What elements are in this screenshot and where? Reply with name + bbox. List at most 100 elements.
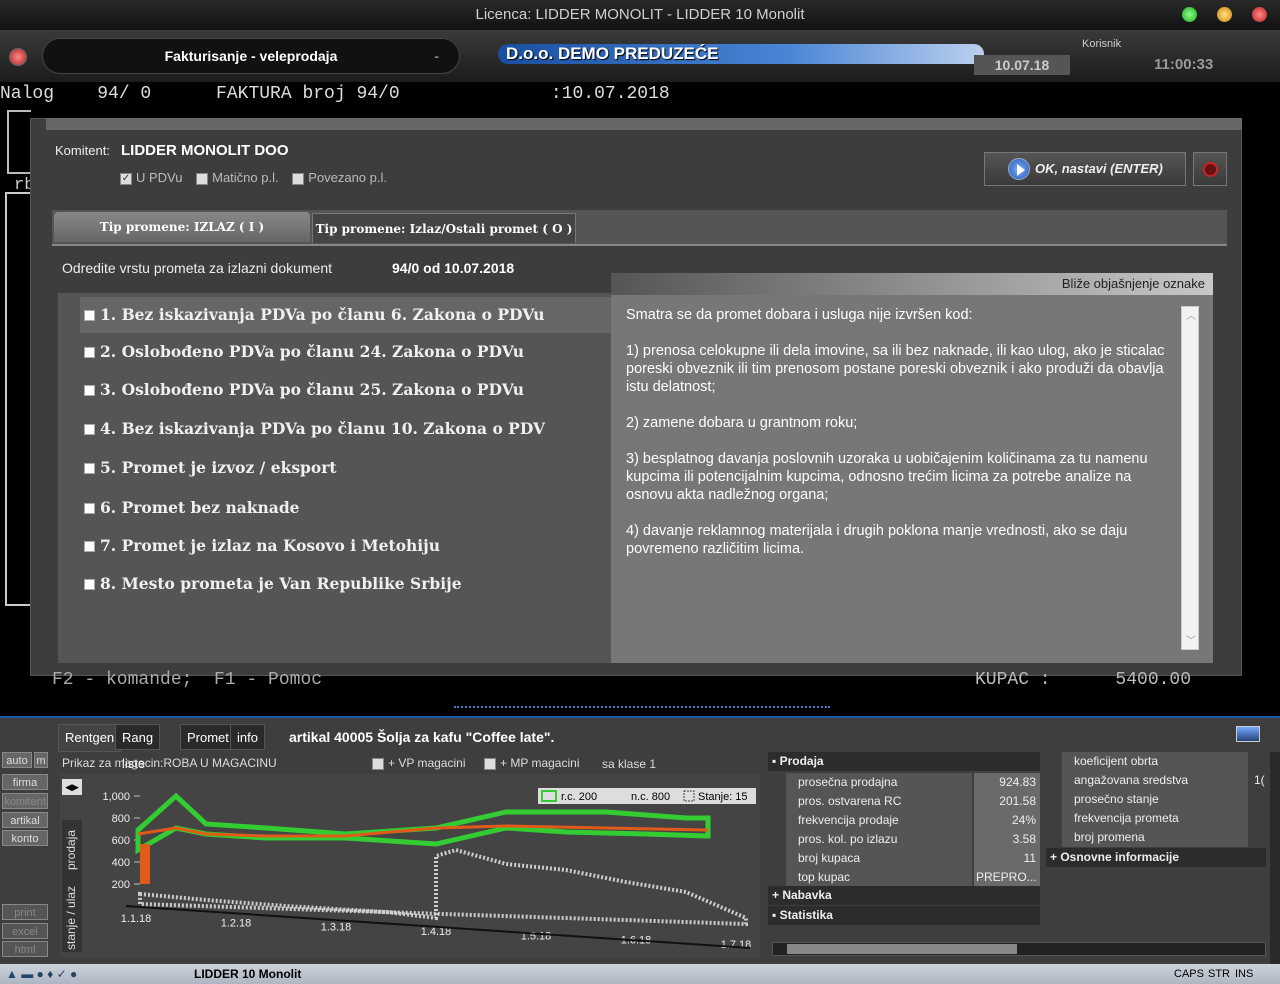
prodaja-row-label: top kupac — [786, 868, 972, 887]
prodaja-row-label: frekvencija prodaje — [786, 811, 972, 830]
print-button[interactable]: print — [2, 904, 48, 920]
prodaja-row-value: 11 — [974, 849, 1040, 868]
klase-label: sa klase 1 — [602, 757, 657, 771]
prodaja-row-value: 201.58 — [974, 792, 1040, 811]
side-tab-stanje[interactable]: stanje / ulaz — [64, 886, 78, 950]
prikaz-label: Prikaz za magacin:ROBA U MAGACINU — [62, 756, 277, 770]
close-window-button[interactable] — [1252, 7, 1267, 22]
explanation-header: Bliže objašnjenje oznake — [611, 273, 1213, 295]
auto-button[interactable]: auto — [2, 752, 32, 768]
checkbox-icon — [84, 579, 95, 590]
info-row: prosečno stanje — [1046, 790, 1266, 809]
taskbar: ▲ ▬ ● ♦ ✓ ● LIDDER 10 Monolit CAPS STR I… — [0, 964, 1280, 984]
explanation-scrollbar[interactable]: ︿ ﹀ — [1181, 306, 1199, 650]
option-item[interactable]: 1. Bez iskazivanja PDVa po članu 6. Zako… — [80, 297, 611, 333]
html-button[interactable]: html — [2, 941, 48, 957]
tab-rang-liste[interactable]: Rang liste — [115, 724, 161, 771]
komitent-label: Komitent: — [55, 143, 110, 158]
monitor-icon[interactable] — [1236, 726, 1260, 742]
maximize-button[interactable] — [1217, 7, 1232, 22]
legend-rc: r.c. 200 — [561, 791, 597, 803]
tab-izlaz[interactable]: Tip promene: IZLAZ ( I ) — [54, 212, 310, 242]
option-item[interactable]: 2. Oslobođeno PDVa po članu 24. Zakona o… — [80, 334, 611, 370]
legend-stanje: Stanje: 15 — [698, 791, 748, 803]
horizontal-scrollbar[interactable] — [772, 942, 1266, 956]
option-item[interactable]: 8. Mesto prometa je Van Republike Srbije — [80, 566, 611, 602]
x-tick-label: 1.7.18 — [721, 939, 752, 951]
povezano-checkbox[interactable]: Povezano p.l. — [292, 170, 387, 185]
scroll-up-icon[interactable]: ︿ — [1186, 307, 1196, 322]
statistika-header[interactable]: ▪ Statistika — [768, 906, 1040, 925]
firma-button[interactable]: firma — [2, 774, 48, 790]
option-item[interactable]: 3. Oslobođeno PDVa po članu 25. Zakona o… — [80, 372, 611, 408]
nabavka-header[interactable]: + Nabavka — [768, 886, 1040, 905]
komitent-button[interactable]: komitent — [2, 793, 48, 809]
vp-checkbox[interactable]: + VP magacini — [372, 756, 466, 770]
checkbox-icon — [84, 503, 95, 514]
x-tick-label: 1.2.18 — [221, 917, 252, 929]
instruction-text: Odredite vrstu prometa za izlazni dokume… — [62, 260, 333, 276]
x-tick-label: 1.3.18 — [321, 922, 352, 934]
prodaja-row-label: pros. kol. po izlazu — [786, 830, 972, 849]
info-row: koeficijent obrta — [1046, 752, 1266, 771]
close-dialog-button[interactable] — [1193, 152, 1227, 186]
info-row-value: 1( — [1254, 773, 1265, 787]
maticno-checkbox[interactable]: Matično p.l. — [196, 170, 279, 185]
info-row: angažovana sredstva 1( — [1046, 771, 1266, 790]
prodaja-row: pros. ostvarena RC 201.58 — [768, 792, 1040, 811]
konto-button[interactable]: konto — [2, 830, 48, 846]
splitter-handle[interactable] — [454, 706, 830, 714]
artikal-button[interactable]: artikal — [2, 812, 48, 828]
chart-side-tabs: prodaja stanje / ulaz — [62, 820, 82, 952]
scroll-down-icon[interactable]: ﹀ — [1186, 632, 1196, 647]
prodaja-row-value: PREPRO... — [974, 868, 1040, 887]
tab-info[interactable]: info — [230, 724, 265, 750]
excel-button[interactable]: excel — [2, 923, 48, 939]
prodaja-header[interactable]: ▪ Prodaja — [768, 752, 1040, 771]
info-row: broj promena — [1046, 828, 1266, 847]
mp-checkbox[interactable]: + MP magacini — [484, 756, 579, 770]
legend-nc: n.c. 800 — [631, 791, 670, 803]
prodaja-row: top kupac PREPRO... — [768, 868, 1040, 887]
option-item[interactable]: 4. Bez iskazivanja PDVa po članu 10. Zak… — [80, 411, 611, 447]
x-tick-label: 1.1.18 — [121, 913, 152, 925]
dialog-top-bar — [46, 118, 1242, 130]
taskbar-icons[interactable]: ▲ ▬ ● ♦ ✓ ● — [6, 964, 77, 984]
info-row-label: frekvencija prometa — [1062, 809, 1248, 828]
checkbox-icon — [84, 385, 95, 396]
terminal-frame — [7, 110, 31, 174]
u-pdvu-checkbox[interactable]: ✓ U PDVu — [120, 170, 182, 185]
scroll-thumb[interactable] — [787, 944, 1017, 954]
m-button[interactable]: m — [34, 752, 48, 768]
terminal-header-line: Nalog 94/ 0 FAKTURA broj 94/0 :10.07.201… — [0, 84, 670, 104]
checkbox-icon — [84, 347, 95, 358]
chart-nav[interactable]: ◀▶ — [62, 779, 82, 795]
checkbox-icon — [84, 541, 95, 552]
option-item[interactable]: 5. Promet je izvoz / eksport — [80, 450, 611, 486]
prodaja-row-label: broj kupaca — [786, 849, 972, 868]
app-close-icon[interactable] — [9, 48, 27, 66]
side-tab-prodaja[interactable]: prodaja — [64, 830, 78, 870]
purchase-bar — [140, 844, 150, 884]
option-item[interactable]: 6. Promet bez naknade — [80, 490, 611, 526]
tab-ostali-promet[interactable]: Tip promene: Izlaz/Ostali promet ( O ) — [312, 213, 576, 243]
tab-promet[interactable]: Promet — [180, 724, 236, 750]
module-selector[interactable]: Fakturisanje - veleprodaja - — [42, 38, 460, 74]
artikal-title: artikal 40005 Šolja za kafu "Coffee late… — [289, 729, 555, 745]
caps-indicator: CAPS — [1174, 968, 1204, 980]
tab-rentgen[interactable]: Rentgen — [58, 724, 122, 752]
info-row-label: koeficijent obrta — [1062, 752, 1248, 771]
option-item[interactable]: 7. Promet je izlaz na Kosovo i Metohiju — [80, 528, 611, 564]
window-title: Licenca: LIDDER MONOLIT - LIDDER 10 Mono… — [475, 6, 805, 23]
company-name: D.o.o. DEMO PREDUZEĆE — [498, 44, 984, 64]
prodaja-row: prosečna prodajna 924.83 — [768, 773, 1040, 792]
checkbox-icon — [84, 310, 95, 321]
taskbar-app[interactable]: LIDDER 10 Monolit — [194, 964, 301, 984]
terminal-status-left: F2 - komande; F1 - Pomoc — [52, 670, 323, 690]
osnovne-header[interactable]: + Osnovne informacije — [1046, 848, 1266, 867]
ok-button-label: OK, nastavi (ENTER) — [1035, 161, 1163, 176]
right-table-scrollbar[interactable] — [1270, 752, 1280, 964]
ins-indicator: INS — [1235, 968, 1254, 980]
minimize-button[interactable] — [1182, 7, 1197, 22]
prodaja-row: broj kupaca 11 — [768, 849, 1040, 868]
